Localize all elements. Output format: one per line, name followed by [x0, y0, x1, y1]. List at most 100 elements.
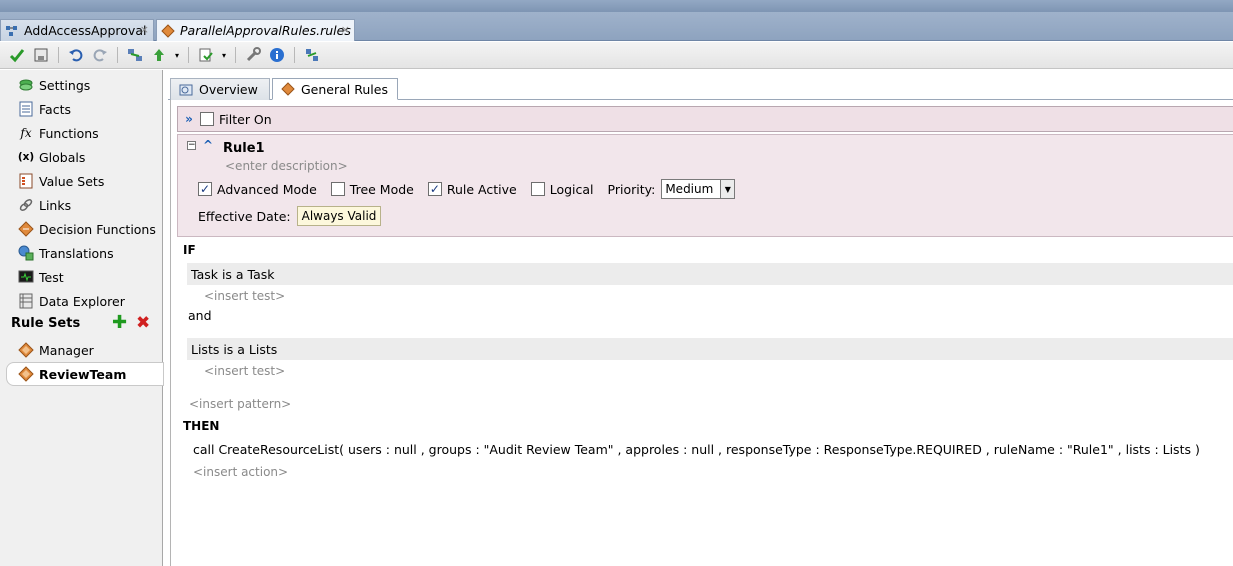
rule-description-input[interactable]: <enter description>	[225, 159, 348, 173]
priority-label: Priority:	[607, 181, 656, 197]
save-all-icon[interactable]	[31, 45, 51, 65]
ruleset-icon	[18, 366, 34, 382]
action-statement[interactable]: call CreateResourceList( users : null , …	[193, 442, 1200, 457]
advanced-mode-checkbox[interactable]	[198, 182, 212, 196]
nav-item-links[interactable]: Links	[18, 194, 71, 216]
rule-sets-header: Rule Sets	[11, 316, 81, 331]
and-keyword: and	[188, 308, 212, 323]
facts-icon	[18, 101, 34, 117]
decision-functions-icon	[18, 221, 34, 237]
toolbar-separator	[235, 47, 236, 63]
priority-value: Medium	[665, 182, 714, 196]
priority-select[interactable]: Medium ▼	[661, 179, 736, 199]
option-label: Advanced Mode	[217, 181, 317, 197]
effective-date-field[interactable]: Always Valid	[296, 206, 382, 226]
nav-item-facts[interactable]: Facts	[18, 98, 71, 120]
nav-item-value-sets[interactable]: Value Sets	[18, 170, 104, 192]
if-keyword: IF	[183, 243, 196, 257]
tab-general-rules[interactable]: General Rules	[272, 78, 398, 100]
navigate-icon[interactable]	[125, 45, 145, 65]
pattern-row[interactable]: Lists is a Lists	[187, 338, 1233, 360]
insert-pattern-link[interactable]: <insert pattern>	[189, 397, 291, 411]
collapse-icon[interactable]: −	[187, 141, 196, 150]
nav-item-label: Links	[39, 197, 72, 213]
close-icon[interactable]: ×	[341, 23, 350, 36]
filter-bar: » Filter On	[177, 106, 1233, 132]
chevron-down-icon[interactable]: ▾	[220, 45, 228, 65]
tree-mode-checkbox[interactable]	[330, 182, 345, 196]
ruleset-icon	[18, 342, 34, 358]
value-sets-icon	[18, 173, 34, 189]
nav-item-data-explorer[interactable]: Data Explorer	[18, 290, 125, 312]
doc-tab-add-access-approval[interactable]: AddAccessApproval ×	[0, 19, 154, 41]
option-label: Logical	[549, 181, 594, 197]
rule-active-option[interactable]: Rule Active	[427, 182, 517, 197]
main-tab-bar: Overview General Rules	[168, 78, 1233, 100]
filter-checkbox[interactable]	[200, 112, 214, 126]
nav-item-label: Value Sets	[39, 173, 105, 189]
insert-test-link[interactable]: <insert test>	[204, 364, 285, 378]
redo-icon[interactable]	[90, 45, 110, 65]
ruleset-label: ReviewTeam	[39, 366, 127, 382]
settings-icon	[18, 77, 34, 93]
toolbar-separator	[294, 47, 295, 63]
nav-item-translations[interactable]: Translations	[18, 242, 114, 264]
undo-icon[interactable]	[66, 45, 86, 65]
tab-overview[interactable]: Overview	[170, 78, 270, 100]
toolbar-separator	[117, 47, 118, 63]
filter-label: Filter On	[219, 111, 272, 127]
nav-item-test[interactable]: Test	[18, 266, 64, 288]
then-keyword: THEN	[183, 419, 220, 433]
info-icon[interactable]	[267, 45, 287, 65]
logical-checkbox[interactable]	[530, 182, 545, 196]
export-icon[interactable]	[196, 45, 216, 65]
tree-mode-option[interactable]: Tree Mode	[330, 181, 414, 197]
delete-icon[interactable]: ✖	[136, 315, 150, 332]
nav-item-label: Settings	[39, 77, 91, 93]
validate-check-icon[interactable]	[7, 45, 27, 65]
bpel-process-icon	[5, 24, 19, 38]
logical-option[interactable]: Logical	[530, 181, 594, 197]
doc-tab-parallel-approval-rules[interactable]: ParallelApprovalRules.rules ×	[156, 19, 355, 41]
rule-options-row: Advanced Mode Tree Mode Rule Active Logi…	[198, 179, 736, 199]
tools-icon[interactable]	[243, 45, 263, 65]
chevron-up-icon[interactable]: ^	[203, 138, 213, 152]
nav-item-label: Globals	[39, 149, 86, 165]
nav-item-label: Functions	[39, 125, 99, 141]
close-icon[interactable]: ×	[140, 23, 149, 36]
add-icon[interactable]: ✚	[112, 314, 127, 332]
tab-label: General Rules	[301, 81, 388, 97]
rules-dictionary-icon	[281, 82, 295, 96]
rule-name[interactable]: Rule1	[223, 141, 265, 156]
advanced-mode-option[interactable]: Advanced Mode	[198, 182, 317, 197]
insert-action-link[interactable]: <insert action>	[193, 465, 288, 479]
toolbar-separator	[188, 47, 189, 63]
nav-item-functions[interactable]: fx Functions	[18, 122, 99, 144]
rule-header: − ^ Rule1 <enter description> Advanced M…	[177, 134, 1233, 237]
chevron-down-icon[interactable]: ▼	[720, 180, 735, 198]
nav-item-settings[interactable]: Settings	[18, 74, 90, 96]
ruleset-item-reviewteam[interactable]: ReviewTeam	[18, 363, 126, 385]
pattern-row[interactable]: Task is a Task	[187, 263, 1233, 285]
left-navigation-panel: Settings Facts fx Functions (x) Globals …	[0, 70, 164, 566]
data-explorer-icon	[18, 293, 34, 309]
nav-item-label: Decision Functions	[39, 221, 156, 237]
rules-editor-panel: » Filter On − ^ Rule1 <enter description…	[170, 100, 1233, 566]
rule-active-checkbox[interactable]	[427, 182, 442, 196]
up-icon[interactable]	[149, 45, 169, 65]
nav-item-globals[interactable]: (x) Globals	[18, 146, 86, 168]
nav-item-label: Translations	[39, 245, 114, 261]
links-icon	[18, 197, 34, 213]
ruleset-item-manager[interactable]: Manager	[18, 339, 94, 361]
expand-all-icon[interactable]: »	[178, 112, 200, 126]
ruleset-label: Manager	[39, 342, 94, 358]
tab-label: Overview	[199, 82, 258, 97]
functions-icon: fx	[20, 126, 32, 140]
nav-item-label: Test	[39, 269, 64, 285]
deploy-icon[interactable]	[302, 45, 322, 65]
option-label: Tree Mode	[349, 181, 414, 197]
nav-item-label: Data Explorer	[39, 293, 125, 309]
chevron-down-icon[interactable]: ▾	[173, 45, 181, 65]
nav-item-decision-functions[interactable]: Decision Functions	[18, 218, 156, 240]
insert-test-link[interactable]: <insert test>	[204, 289, 285, 303]
